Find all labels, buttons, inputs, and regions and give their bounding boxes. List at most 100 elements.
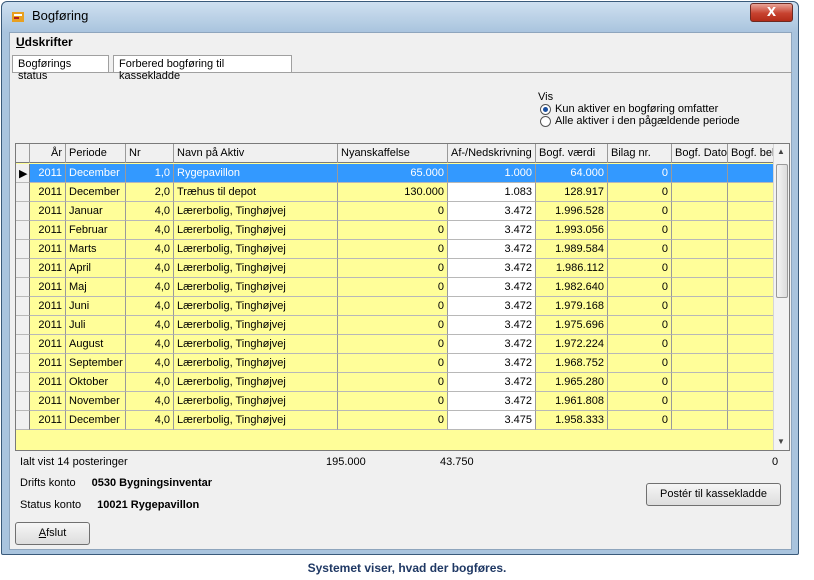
cell-navn[interactable]: Lærerbolig, Tinghøjvej — [174, 411, 338, 430]
cell-nr[interactable]: 4,0 — [126, 392, 174, 411]
cell-bogf-vaerdi[interactable]: 1.986.112 — [536, 259, 608, 278]
row-selector[interactable] — [16, 354, 30, 373]
table-row[interactable]: 2011 December 4,0 Lærerbolig, Tinghøjvej 0 3.… — [16, 411, 789, 430]
scroll-up-icon[interactable]: ▲ — [777, 147, 785, 156]
cell-navn[interactable]: Lærerbolig, Tinghøjvej — [174, 221, 338, 240]
cell-nr[interactable]: 4,0 — [126, 240, 174, 259]
cell-bilag[interactable]: 0 — [608, 297, 672, 316]
cell-bogf-dato[interactable] — [672, 411, 728, 430]
cell-bogf-dato[interactable] — [672, 259, 728, 278]
cell-nr[interactable]: 4,0 — [126, 373, 174, 392]
cell-bogf-vaerdi[interactable]: 1.968.752 — [536, 354, 608, 373]
radio-kun-aktiver[interactable]: Kun aktiver en bogføring omfatter — [540, 103, 718, 115]
cell-bogf-dato[interactable] — [672, 164, 728, 183]
cell-bogf-vaerdi[interactable]: 1.972.224 — [536, 335, 608, 354]
tab-forbered-bogforing[interactable]: Forbered bogføring til kassekladde — [113, 55, 292, 82]
cell-navn[interactable]: Lærerbolig, Tinghøjvej — [174, 278, 338, 297]
cell-navn[interactable]: Lærerbolig, Tinghøjvej — [174, 297, 338, 316]
cell-nyanskaffelse[interactable]: 0 — [338, 335, 448, 354]
cell-bogf-vaerdi[interactable]: 128.917 — [536, 183, 608, 202]
cell-bogf-vaerdi[interactable]: 64.000 — [536, 164, 608, 183]
cell-periode[interactable]: September — [66, 354, 126, 373]
cell-navn[interactable]: Træhus til depot — [174, 183, 338, 202]
radio-alle-aktiver[interactable]: Alle aktiver i den pågældende periode — [540, 115, 740, 127]
cell-aar[interactable]: 2011 — [30, 183, 66, 202]
header-col-afskrivning[interactable]: Af-/Nedskrivning — [448, 144, 536, 163]
table-row[interactable]: 2011 August 4,0 Lærerbolig, Tinghøjvej 0 3.47… — [16, 335, 789, 354]
header-col-nyanskaffelse[interactable]: Nyanskaffelse — [338, 144, 448, 163]
cell-bogf-vaerdi[interactable]: 1.965.280 — [536, 373, 608, 392]
cell-nyanskaffelse[interactable]: 0 — [338, 297, 448, 316]
cell-nyanskaffelse[interactable]: 0 — [338, 221, 448, 240]
row-selector[interactable] — [16, 411, 30, 430]
afslut-button[interactable]: Afslut — [15, 522, 90, 545]
cell-nr[interactable]: 4,0 — [126, 278, 174, 297]
cell-afskrivning[interactable]: 3.472 — [448, 240, 536, 259]
cell-aar[interactable]: 2011 — [30, 164, 66, 183]
cell-afskrivning[interactable]: 3.472 — [448, 259, 536, 278]
cell-bilag[interactable]: 0 — [608, 278, 672, 297]
cell-afskrivning[interactable]: 3.472 — [448, 278, 536, 297]
close-button[interactable]: X — [750, 3, 793, 22]
row-selector[interactable] — [16, 297, 30, 316]
row-selector[interactable] — [16, 240, 30, 259]
row-selector[interactable] — [16, 392, 30, 411]
header-col-aar[interactable]: År — [30, 144, 66, 163]
cell-afskrivning[interactable]: 3.472 — [448, 202, 536, 221]
cell-bogf-vaerdi[interactable]: 1.989.584 — [536, 240, 608, 259]
header-col-navn[interactable]: Navn på Aktiv — [174, 144, 338, 163]
cell-aar[interactable]: 2011 — [30, 297, 66, 316]
tab-bogforings-status[interactable]: Bogførings status — [12, 55, 109, 82]
cell-afskrivning[interactable]: 3.472 — [448, 335, 536, 354]
cell-bogf-dato[interactable] — [672, 202, 728, 221]
cell-nr[interactable]: 4,0 — [126, 316, 174, 335]
cell-navn[interactable]: Lærerbolig, Tinghøjvej — [174, 259, 338, 278]
cell-aar[interactable]: 2011 — [30, 392, 66, 411]
cell-bilag[interactable]: 0 — [608, 164, 672, 183]
cell-bilag[interactable]: 0 — [608, 183, 672, 202]
cell-periode[interactable]: Oktober — [66, 373, 126, 392]
header-col-nr[interactable]: Nr — [126, 144, 174, 163]
cell-bogf-dato[interactable] — [672, 183, 728, 202]
header-col-bilag[interactable]: Bilag nr. — [608, 144, 672, 163]
cell-bilag[interactable]: 0 — [608, 202, 672, 221]
header-col-bogf-vaerdi[interactable]: Bogf. værdi — [536, 144, 608, 163]
menu-udskrifter[interactable]: Udskrifter — [16, 35, 73, 49]
cell-periode[interactable]: December — [66, 183, 126, 202]
cell-bilag[interactable]: 0 — [608, 259, 672, 278]
table-row[interactable]: 2011 Juni 4,0 Lærerbolig, Tinghøjvej 0 3.472 1… — [16, 297, 789, 316]
row-selector[interactable] — [16, 259, 30, 278]
cell-nr[interactable]: 4,0 — [126, 202, 174, 221]
cell-bogf-dato[interactable] — [672, 240, 728, 259]
cell-periode[interactable]: Maj — [66, 278, 126, 297]
cell-nr[interactable]: 4,0 — [126, 411, 174, 430]
cell-bogf-vaerdi[interactable]: 1.958.333 — [536, 411, 608, 430]
cell-nr[interactable]: 1,0 — [126, 164, 174, 183]
cell-periode[interactable]: Januar — [66, 202, 126, 221]
cell-bogf-dato[interactable] — [672, 354, 728, 373]
cell-nr[interactable]: 4,0 — [126, 259, 174, 278]
cell-bogf-dato[interactable] — [672, 316, 728, 335]
cell-periode[interactable]: April — [66, 259, 126, 278]
cell-bogf-dato[interactable] — [672, 392, 728, 411]
row-selector[interactable] — [16, 335, 30, 354]
vertical-scrollbar[interactable]: ▲ ▼ — [773, 144, 789, 450]
cell-bogf-vaerdi[interactable]: 1.996.528 — [536, 202, 608, 221]
cell-afskrivning[interactable]: 3.472 — [448, 354, 536, 373]
cell-periode[interactable]: Juli — [66, 316, 126, 335]
cell-bogf-vaerdi[interactable]: 1.975.696 — [536, 316, 608, 335]
table-row[interactable]: 2011 Maj 4,0 Lærerbolig, Tinghøjvej 0 3.472 1.… — [16, 278, 789, 297]
cell-bogf-dato[interactable] — [672, 221, 728, 240]
cell-periode[interactable]: December — [66, 411, 126, 430]
row-selector[interactable] — [16, 183, 30, 202]
cell-nr[interactable]: 4,0 — [126, 297, 174, 316]
cell-navn[interactable]: Lærerbolig, Tinghøjvej — [174, 335, 338, 354]
cell-bogf-vaerdi[interactable]: 1.982.640 — [536, 278, 608, 297]
cell-bogf-dato[interactable] — [672, 335, 728, 354]
current-row-icon[interactable]: ▶ — [16, 164, 30, 183]
cell-navn[interactable]: Rygepavillon — [174, 164, 338, 183]
cell-nyanskaffelse[interactable]: 0 — [338, 202, 448, 221]
cell-bilag[interactable]: 0 — [608, 316, 672, 335]
table-row[interactable]: 2011 September 4,0 Lærerbolig, Tinghøjvej 0 3… — [16, 354, 789, 373]
row-selector[interactable] — [16, 316, 30, 335]
